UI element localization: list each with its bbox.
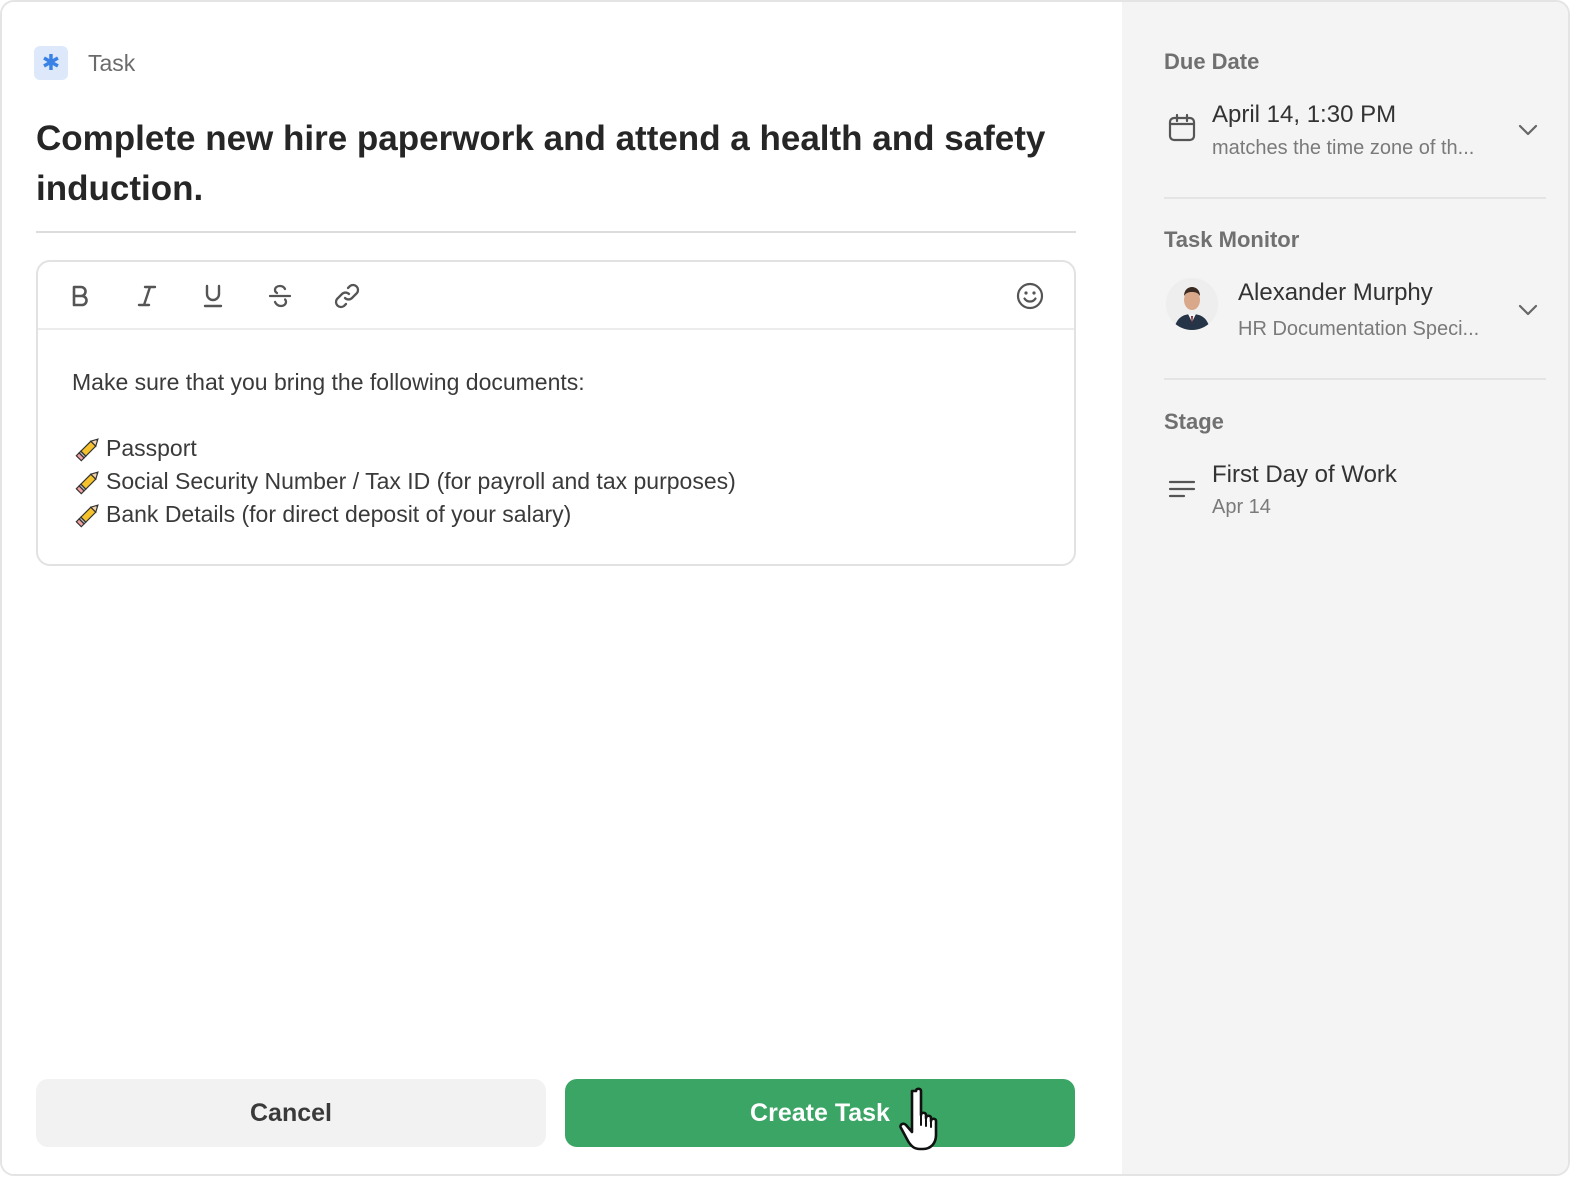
hand-cursor-icon: [899, 1087, 938, 1151]
list-item-text: Passport: [106, 435, 197, 461]
calendar-icon: [1168, 113, 1196, 142]
task-monitor-label: Task Monitor: [1164, 227, 1300, 252]
chevron-down-icon[interactable]: [1515, 117, 1541, 143]
editor-intro-text: Make sure that you bring the following d…: [72, 369, 585, 395]
list-item-text: Social Security Number / Tax ID (for pay…: [106, 468, 736, 494]
chevron-down-icon[interactable]: [1515, 297, 1541, 323]
bold-button[interactable]: [62, 278, 98, 314]
task-details-sidebar: Due Date April 14, 1:30 PM matches the t…: [1122, 2, 1568, 1174]
editor-toolbar: [38, 262, 1074, 330]
italic-button[interactable]: [129, 278, 165, 314]
cancel-button[interactable]: Cancel: [36, 1079, 546, 1147]
list-item-text: Bank Details (for direct deposit of your…: [106, 501, 572, 527]
italic-icon: [137, 285, 157, 307]
stage-name: First Day of Work: [1212, 461, 1397, 488]
section-divider: [1164, 378, 1546, 380]
list-item: Social Security Number / Tax ID (for pay…: [72, 465, 736, 498]
title-divider: [36, 231, 1076, 233]
task-type-label: Task: [88, 49, 136, 76]
emoji-icon: [1016, 282, 1044, 310]
stage-label: Stage: [1164, 409, 1224, 434]
lines-icon: [1168, 480, 1196, 498]
due-date-value: April 14, 1:30 PM: [1212, 101, 1397, 128]
due-date-note: matches the time zone of th...: [1212, 137, 1475, 159]
editor-content[interactable]: Make sure that you bring the following d…: [72, 366, 736, 531]
section-divider: [1164, 197, 1546, 199]
underline-icon: [203, 284, 223, 308]
pencil-icon: [72, 465, 106, 498]
task-title[interactable]: Complete new hire paperwork and attend a…: [36, 114, 1046, 214]
list-item: Bank Details (for direct deposit of your…: [72, 498, 736, 531]
description-editor[interactable]: Make sure that you bring the following d…: [36, 260, 1076, 566]
monitor-name: Alexander Murphy: [1238, 279, 1433, 306]
task-type-row: ✱ Task: [34, 46, 135, 80]
stage-date: Apr 14: [1212, 496, 1271, 518]
bold-icon: [72, 285, 88, 307]
pencil-icon: [72, 498, 106, 531]
create-task-dialog: ✱ Task Complete new hire paperwork and a…: [0, 0, 1570, 1176]
link-icon: [334, 283, 360, 309]
task-main-panel: ✱ Task Complete new hire paperwork and a…: [2, 2, 1122, 1174]
monitor-role: HR Documentation Speci...: [1238, 318, 1480, 340]
pencil-icon: [72, 432, 106, 465]
strikethrough-icon: [268, 284, 292, 308]
emoji-button[interactable]: [1012, 278, 1048, 314]
asterisk-icon: ✱: [34, 46, 68, 80]
list-item: Passport: [72, 432, 736, 465]
strikethrough-button[interactable]: [262, 278, 298, 314]
due-date-label: Due Date: [1164, 49, 1260, 74]
create-task-button[interactable]: Create Task: [565, 1079, 1075, 1147]
underline-button[interactable]: [195, 278, 231, 314]
avatar: [1166, 278, 1218, 330]
link-button[interactable]: [329, 278, 365, 314]
